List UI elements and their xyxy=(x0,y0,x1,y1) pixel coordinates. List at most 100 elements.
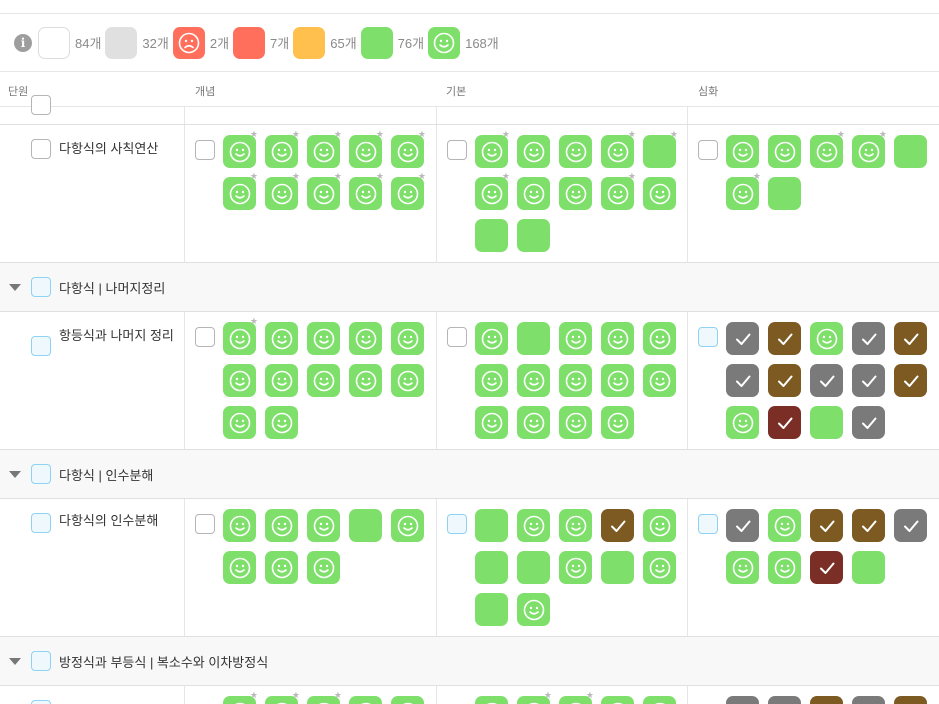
checked-problem-button[interactable] xyxy=(810,364,843,397)
smile-problem-button[interactable] xyxy=(517,135,550,168)
smile-problem-button[interactable] xyxy=(768,509,801,542)
checked-problem-button[interactable] xyxy=(768,406,801,439)
section-header[interactable]: 다항식 | 인수분해 xyxy=(0,450,939,499)
smile-problem-button[interactable]: ★ xyxy=(265,691,300,704)
green-problem-button[interactable] xyxy=(475,219,508,252)
green-problem-button[interactable] xyxy=(517,219,550,252)
smile-problem-button[interactable]: ★ xyxy=(307,691,342,704)
checked-problem-button[interactable] xyxy=(894,322,927,355)
cell-checkbox[interactable] xyxy=(195,140,215,160)
checked-problem-button[interactable] xyxy=(894,696,927,704)
smile-problem-button[interactable]: ★ xyxy=(223,172,258,210)
legend-green-swatch[interactable] xyxy=(360,26,393,59)
smile-problem-button[interactable] xyxy=(475,364,508,397)
row-checkbox[interactable] xyxy=(31,700,51,704)
checked-problem-button[interactable] xyxy=(852,509,885,542)
smile-problem-button[interactable]: ★ xyxy=(265,130,300,168)
smile-problem-button[interactable] xyxy=(559,364,592,397)
smile-problem-button[interactable] xyxy=(726,406,759,439)
cell-checkbox[interactable] xyxy=(195,514,215,534)
smile-problem-button[interactable] xyxy=(643,509,676,542)
green-problem-button[interactable] xyxy=(810,406,843,439)
cell-checkbox[interactable] xyxy=(447,327,467,347)
checked-problem-button[interactable] xyxy=(810,509,843,542)
smile-problem-button[interactable] xyxy=(768,551,801,584)
checked-problem-button[interactable] xyxy=(768,696,801,704)
smile-problem-button[interactable] xyxy=(307,364,340,397)
checked-problem-button[interactable] xyxy=(852,364,885,397)
smile-problem-button[interactable]: ★ xyxy=(307,172,342,210)
checked-problem-button[interactable] xyxy=(894,509,927,542)
green-problem-button[interactable] xyxy=(475,509,508,542)
green-problem-button[interactable] xyxy=(894,135,927,168)
caret-down-icon[interactable] xyxy=(9,283,21,291)
cell-checkbox[interactable] xyxy=(447,140,467,160)
smile-problem-button[interactable] xyxy=(391,509,424,542)
green-problem-button[interactable] xyxy=(601,551,634,584)
section-checkbox[interactable] xyxy=(31,277,51,297)
green-problem-button[interactable] xyxy=(349,509,382,542)
green-problem-button[interactable] xyxy=(475,551,508,584)
checked-problem-button[interactable] xyxy=(726,696,759,704)
info-icon[interactable]: i xyxy=(14,33,32,52)
green-problem-button[interactable]: ★ xyxy=(643,130,678,168)
legend-white-swatch[interactable] xyxy=(38,26,70,59)
checked-problem-button[interactable] xyxy=(852,322,885,355)
smile-problem-button[interactable] xyxy=(643,177,676,210)
legend-gray-swatch[interactable] xyxy=(105,26,138,59)
smile-problem-button[interactable] xyxy=(517,364,550,397)
row-checkbox[interactable] xyxy=(31,95,51,115)
checked-problem-button[interactable] xyxy=(810,696,843,704)
smile-problem-button[interactable] xyxy=(601,322,634,355)
smile-problem-button[interactable] xyxy=(475,406,508,439)
smile-problem-button[interactable] xyxy=(517,593,550,626)
checked-problem-button[interactable] xyxy=(726,364,759,397)
section-checkbox[interactable] xyxy=(31,651,51,671)
smile-problem-button[interactable]: ★ xyxy=(349,130,384,168)
smile-problem-button[interactable] xyxy=(265,509,298,542)
smile-problem-button[interactable]: ★ xyxy=(852,130,887,168)
smile-problem-button[interactable] xyxy=(601,364,634,397)
smile-problem-button[interactable] xyxy=(643,364,676,397)
smile-problem-button[interactable] xyxy=(643,322,676,355)
smile-problem-button[interactable] xyxy=(601,406,634,439)
smile-problem-button[interactable]: ★ xyxy=(475,172,510,210)
smile-problem-button[interactable]: ★ xyxy=(475,130,510,168)
row-checkbox[interactable] xyxy=(31,336,51,356)
smile-problem-button[interactable] xyxy=(223,551,256,584)
smile-problem-button[interactable]: ★ xyxy=(559,691,594,704)
green-problem-button[interactable] xyxy=(768,177,801,210)
smile-problem-button[interactable]: ★ xyxy=(223,317,258,355)
smile-problem-button[interactable]: ★ xyxy=(601,172,636,210)
checked-problem-button[interactable] xyxy=(768,364,801,397)
row-checkbox[interactable] xyxy=(31,513,51,533)
smile-problem-button[interactable] xyxy=(601,696,634,704)
checked-problem-button[interactable] xyxy=(894,364,927,397)
smile-problem-button[interactable]: ★ xyxy=(810,130,845,168)
smile-problem-button[interactable] xyxy=(768,135,801,168)
smile-problem-button[interactable] xyxy=(517,509,550,542)
caret-down-icon[interactable] xyxy=(9,657,21,665)
smile-problem-button[interactable]: ★ xyxy=(391,130,426,168)
smile-problem-button[interactable] xyxy=(391,364,424,397)
smile-problem-button[interactable]: ★ xyxy=(307,130,342,168)
smile-problem-button[interactable] xyxy=(265,406,298,439)
smile-problem-button[interactable] xyxy=(223,509,256,542)
smile-problem-button[interactable] xyxy=(391,696,424,704)
smile-problem-button[interactable] xyxy=(475,322,508,355)
cell-checkbox[interactable] xyxy=(698,514,718,534)
legend-orange-swatch[interactable] xyxy=(233,26,266,59)
smile-problem-button[interactable]: ★ xyxy=(601,130,636,168)
smile-problem-button[interactable] xyxy=(517,177,550,210)
smile-problem-button[interactable] xyxy=(643,551,676,584)
smile-problem-button[interactable]: ★ xyxy=(265,172,300,210)
section-header[interactable]: 다항식 | 나머지정리 xyxy=(0,263,939,312)
legend-sad-swatch[interactable] xyxy=(172,26,205,59)
smile-problem-button[interactable] xyxy=(559,551,592,584)
checked-problem-button[interactable] xyxy=(726,509,759,542)
smile-problem-button[interactable] xyxy=(559,322,592,355)
section-header[interactable]: 방정식과 부등식 | 복소수와 이차방정식 xyxy=(0,637,939,686)
smile-problem-button[interactable] xyxy=(223,406,256,439)
smile-problem-button[interactable] xyxy=(643,696,676,704)
checked-problem-button[interactable] xyxy=(601,509,634,542)
